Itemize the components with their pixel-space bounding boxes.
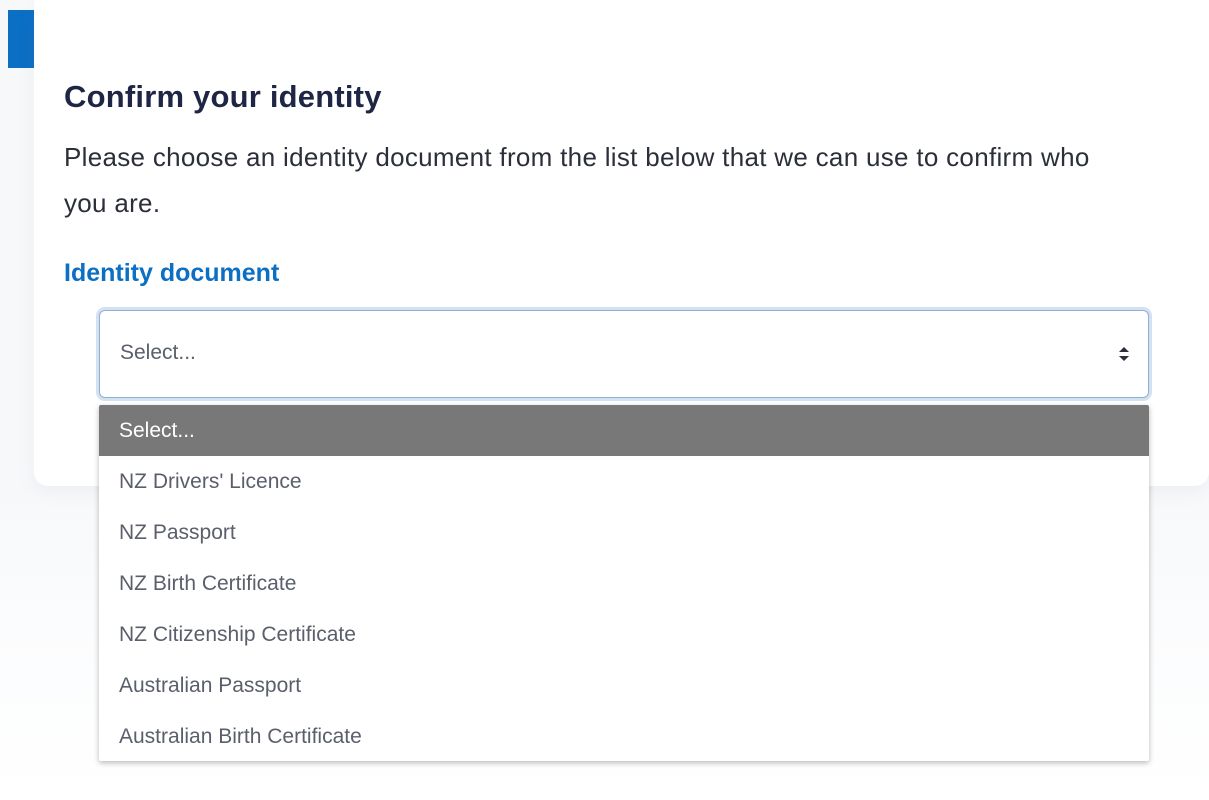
option-nz-citizenship-certificate[interactable]: NZ Citizenship Certificate xyxy=(99,609,1149,660)
option-select-placeholder[interactable]: Select... xyxy=(99,405,1149,456)
page: Confirm your identity Please choose an i… xyxy=(0,0,1209,800)
option-nz-passport[interactable]: NZ Passport xyxy=(99,507,1149,558)
option-nz-birth-certificate[interactable]: NZ Birth Certificate xyxy=(99,558,1149,609)
option-australian-birth-certificate[interactable]: Australian Birth Certificate xyxy=(99,711,1149,761)
identity-document-options: Select... NZ Drivers' Licence NZ Passpor… xyxy=(99,405,1149,761)
instructions-text: Please choose an identity document from … xyxy=(64,142,1090,218)
identity-document-label: Identity document xyxy=(64,259,280,287)
sort-arrows-icon xyxy=(1118,345,1130,363)
option-australian-passport[interactable]: Australian Passport xyxy=(99,660,1149,711)
identity-document-select[interactable]: Select... xyxy=(99,310,1149,398)
option-nz-drivers-licence[interactable]: NZ Drivers' Licence xyxy=(99,456,1149,507)
page-title: Confirm your identity xyxy=(64,79,382,114)
select-current-value: Select... xyxy=(120,341,196,364)
accent-bar xyxy=(8,10,34,68)
